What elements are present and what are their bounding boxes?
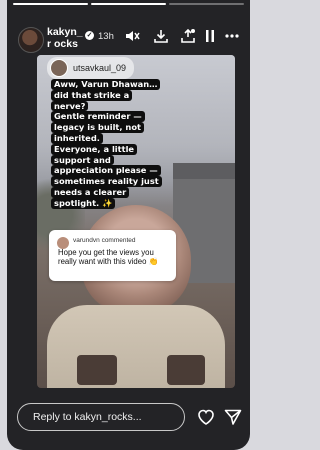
author-avatar[interactable] xyxy=(18,27,44,53)
save-to-collection-icon[interactable] xyxy=(180,28,196,44)
caption-line: nerve? xyxy=(51,100,89,112)
download-icon[interactable] xyxy=(153,28,169,44)
story-photo-pattern xyxy=(167,355,205,385)
more-options-icon[interactable] xyxy=(224,28,240,44)
comment-action: commented xyxy=(101,237,136,244)
post-time: 13h xyxy=(98,31,114,42)
caption-line: Everyone, a little xyxy=(51,143,138,155)
progress-segment xyxy=(169,3,244,5)
comment-header: varundvn commented xyxy=(73,237,136,244)
reshared-from-tag[interactable]: utsavkaul_09 xyxy=(47,57,135,79)
share-send-icon[interactable] xyxy=(223,407,243,427)
caption-line: Gentle reminder — xyxy=(51,111,145,123)
comment-text: Hope you get the views you really want w… xyxy=(58,248,159,267)
like-heart-icon[interactable] xyxy=(196,407,216,427)
pause-icon[interactable] xyxy=(202,28,218,44)
commenter-username: varundvn xyxy=(73,237,100,244)
caption-line: needs a clearer xyxy=(51,186,130,198)
reply-placeholder: Reply to kakyn_rocks... xyxy=(33,411,142,423)
story-photo-pattern xyxy=(77,355,117,385)
story-progress-bar xyxy=(13,3,244,5)
caption-line: Aww, Varun Dhawan… xyxy=(51,79,161,90)
progress-segment xyxy=(91,3,166,5)
mute-icon[interactable] xyxy=(124,28,140,44)
story-viewer: kakyn_r ocks ✓ 13h utsavkaul_09 Aww, Var… xyxy=(7,0,250,450)
caption-line: support and xyxy=(51,154,114,166)
reshared-username: utsavkaul_09 xyxy=(73,63,127,73)
comment-sticker[interactable]: varundvn commented Hope you get the view… xyxy=(49,230,176,281)
story-caption: Aww, Varun Dhawan… did that strike a ner… xyxy=(51,79,167,209)
caption-line: did that strike a xyxy=(51,89,133,101)
caption-line: appreciation please — xyxy=(51,165,161,177)
author-username[interactable]: kakyn_r ocks xyxy=(47,26,83,50)
story-photo-wall-top xyxy=(173,163,235,179)
progress-segment xyxy=(13,3,88,5)
caption-line: sometimes reality just xyxy=(51,176,162,187)
verified-badge-icon: ✓ xyxy=(85,31,94,40)
reply-input[interactable]: Reply to kakyn_rocks... xyxy=(17,403,185,431)
reshared-avatar xyxy=(50,59,68,77)
caption-line: spotlight. ✨ xyxy=(51,197,116,209)
caption-line: inherited. xyxy=(51,132,103,144)
caption-line: legacy is built, not xyxy=(51,122,145,133)
